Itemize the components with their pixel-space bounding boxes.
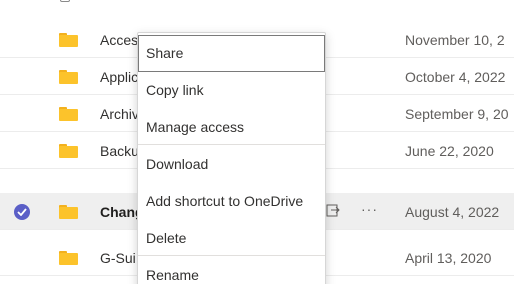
menu-item-manage-access[interactable]: Manage access — [138, 109, 325, 146]
list-header-strip — [0, 0, 514, 14]
select-all-checkbox[interactable] — [60, 0, 70, 2]
folder-icon — [59, 107, 78, 121]
folder-icon — [59, 33, 78, 47]
menu-item-download[interactable]: Download — [138, 146, 325, 183]
menu-item-label: Rename — [146, 267, 199, 283]
file-name[interactable]: Acces — [100, 32, 138, 48]
row-actions: ··· — [326, 201, 386, 221]
menu-item-add-shortcut[interactable]: Add shortcut to OneDrive — [138, 183, 325, 220]
more-options-icon[interactable]: ··· — [361, 201, 378, 217]
modified-date: October 4, 2022 — [405, 69, 506, 85]
selected-check-icon[interactable] — [14, 204, 30, 220]
file-name[interactable]: Archiv — [100, 106, 139, 122]
menu-divider — [138, 255, 325, 256]
file-name[interactable]: Backu — [100, 143, 139, 159]
folder-icon — [59, 205, 78, 219]
menu-item-label: Manage access — [146, 119, 245, 135]
file-list-view: Acces November 10, 2 Applic October 4, 2… — [0, 0, 514, 284]
menu-divider — [138, 144, 325, 145]
menu-item-label: Download — [146, 156, 209, 172]
menu-item-label: Copy link — [146, 82, 204, 98]
file-name[interactable]: Applic — [100, 69, 138, 85]
folder-icon — [59, 144, 78, 158]
share-icon[interactable] — [326, 204, 340, 220]
modified-date: September 9, 20 — [405, 106, 509, 122]
menu-item-delete[interactable]: Delete — [138, 220, 325, 257]
folder-icon — [59, 251, 78, 265]
context-menu: Share Copy link Manage access Download A… — [137, 32, 326, 284]
menu-item-rename[interactable]: Rename — [138, 257, 325, 284]
checkmark-icon — [17, 208, 27, 216]
modified-date: August 4, 2022 — [405, 204, 500, 220]
file-name[interactable]: G-Sui — [100, 250, 136, 266]
modified-date: June 22, 2020 — [405, 143, 494, 159]
menu-item-label: Add shortcut to OneDrive — [146, 193, 304, 209]
modified-date: November 10, 2 — [405, 32, 505, 48]
menu-item-label: Share — [146, 45, 184, 61]
menu-item-share[interactable]: Share — [138, 35, 325, 72]
modified-date: April 13, 2020 — [405, 250, 492, 266]
menu-item-label: Delete — [146, 230, 187, 246]
folder-icon — [59, 70, 78, 84]
menu-item-copy-link[interactable]: Copy link — [138, 72, 325, 109]
